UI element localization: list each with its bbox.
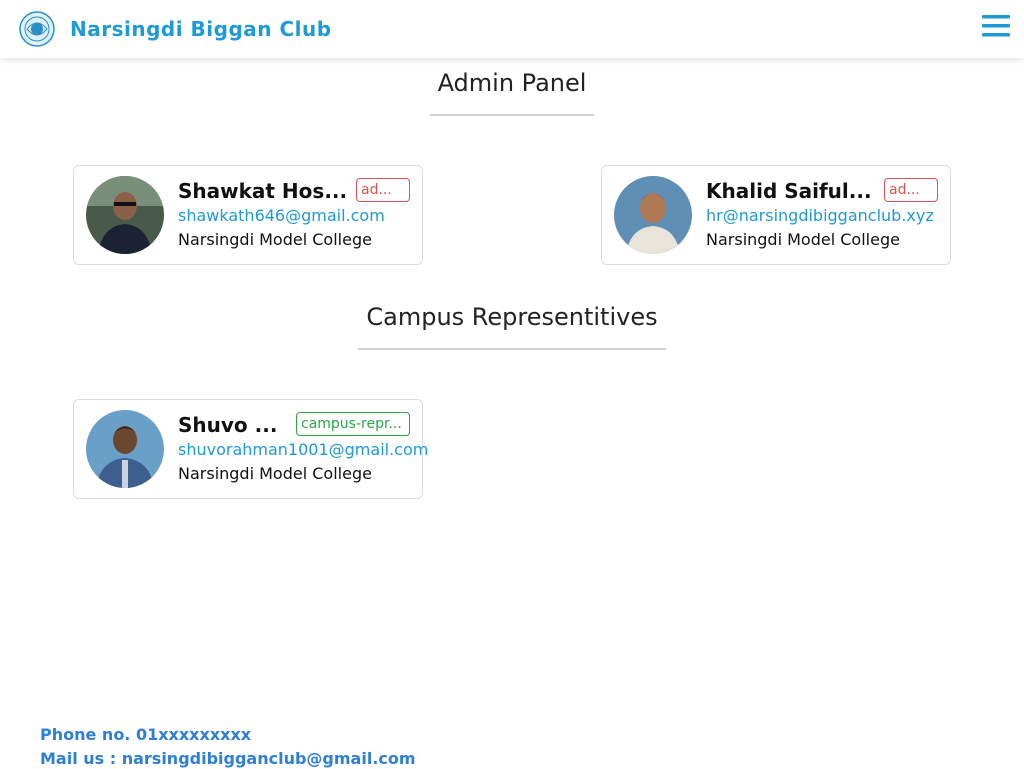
- member-email[interactable]: hr@narsingdibigganclub.xyz: [706, 206, 934, 226]
- role-badge[interactable]: ad...: [884, 178, 938, 202]
- admin-heading-divider: [430, 114, 594, 116]
- member-name: Khalid Saiful...: [706, 179, 872, 203]
- brand-title[interactable]: Narsingdi Biggan Club: [70, 15, 332, 43]
- admin-panel-heading: Admin Panel: [437, 69, 587, 97]
- avatar: [614, 176, 692, 254]
- role-badge[interactable]: campus-repr...: [296, 412, 410, 436]
- hamburger-menu-icon[interactable]: [980, 12, 1012, 44]
- member-name: Shuvo ...: [178, 413, 278, 437]
- member-college: Narsingdi Model College: [706, 230, 900, 249]
- club-logo-icon[interactable]: [19, 11, 55, 47]
- campus-heading-divider: [358, 348, 666, 350]
- footer-mail[interactable]: Mail us : narsingdibigganclub@gmail.com: [40, 749, 416, 769]
- role-badge[interactable]: ad...: [356, 178, 410, 202]
- member-card[interactable]: Khalid Saiful... ad... hr@narsingdibigga…: [601, 165, 951, 265]
- member-email[interactable]: shawkath646@gmail.com: [178, 206, 385, 226]
- member-college: Narsingdi Model College: [178, 464, 372, 483]
- member-email[interactable]: shuvorahman1001@gmail.com: [178, 440, 428, 460]
- avatar: [86, 176, 164, 254]
- member-college: Narsingdi Model College: [178, 230, 372, 249]
- top-navbar: Narsingdi Biggan Club: [0, 0, 1024, 58]
- member-card[interactable]: Shawkat Hos... ad... shawkath646@gmail.c…: [73, 165, 423, 265]
- member-name: Shawkat Hos...: [178, 179, 348, 203]
- avatar: [86, 410, 164, 488]
- footer-phone: Phone no. 01xxxxxxxxx: [40, 725, 252, 744]
- campus-representatives-heading: Campus Representitives: [366, 303, 658, 331]
- member-card[interactable]: Shuvo ... campus-repr... shuvorahman1001…: [73, 399, 428, 499]
